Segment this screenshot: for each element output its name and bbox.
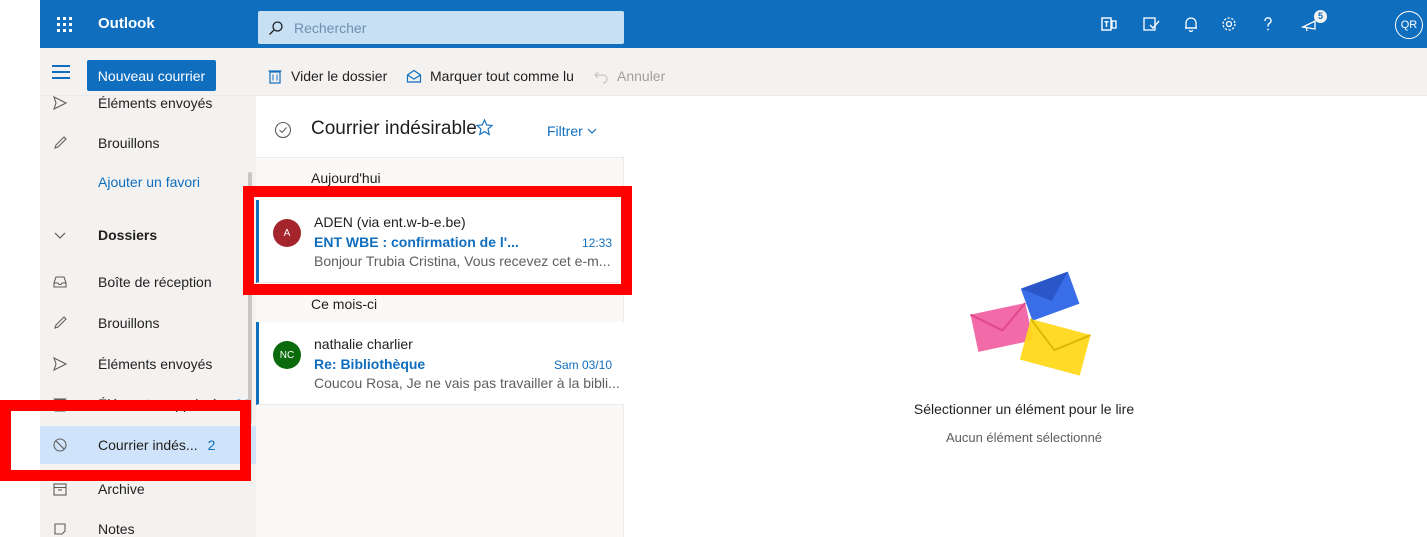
blocked-icon (40, 437, 80, 453)
checklist-icon (1143, 17, 1160, 31)
select-all-check-icon[interactable] (274, 121, 292, 139)
nav-item-inbox[interactable]: Boîte de réception (40, 263, 256, 301)
message-preview: Coucou Rosa, Je ne vais pas travailler à… (314, 375, 619, 391)
nav-item-label: Dossiers (98, 227, 158, 243)
nav-item-sent[interactable]: Éléments envoyés (40, 345, 256, 383)
undo-label: Annuler (617, 67, 666, 84)
star-favorite-icon[interactable] (475, 118, 494, 137)
pencil-icon (40, 135, 80, 151)
nav-item-archive[interactable]: Archive (40, 470, 256, 508)
folder-pane-scrollbar[interactable] (248, 172, 252, 424)
sender-avatar: A (273, 219, 301, 247)
top-bar: Outlook 5 QR (40, 0, 1427, 48)
message-sender: ADEN (via ent.w-b-e.be) (314, 214, 466, 230)
nav-item-label: Archive (98, 481, 145, 497)
app-launcher-button[interactable] (40, 0, 88, 48)
app-name[interactable]: Outlook (98, 0, 155, 48)
search-box[interactable] (258, 11, 624, 44)
filter-label: Filtrer (547, 123, 583, 139)
nav-item-sent-favorite[interactable]: Éléments envoyés (40, 96, 256, 122)
command-bar: Nouveau courrier Vider le dossier Marque… (40, 48, 1427, 96)
folders-section-header[interactable]: Dossiers (40, 216, 256, 254)
chevron-down-icon (40, 227, 80, 243)
nav-item-notes[interactable]: Notes (40, 510, 256, 537)
message-preview: Bonjour Trubia Cristina, Vous recevez ce… (314, 253, 611, 269)
folder-pane: Éléments envoyés Brouillons Ajouter un f… (40, 96, 256, 537)
message-subject: ENT WBE : confirmation de l'... (314, 234, 519, 250)
nav-item-label: Courrier indés... (98, 437, 198, 453)
message-time: 12:33 (581, 236, 612, 250)
teams-button[interactable] (1091, 0, 1127, 48)
message-list-header: Courrier indésirable Filtrer (256, 96, 624, 158)
notifications-button[interactable] (1173, 0, 1209, 48)
envelopes-illustration-icon (970, 271, 1091, 376)
message-list: Courrier indésirable Filtrer Aujourd'hui… (256, 96, 624, 537)
search-icon (269, 20, 283, 35)
empty-state-title: Sélectionner un élément pour le lire (913, 401, 1135, 417)
nav-item-drafts[interactable]: Brouillons (40, 304, 256, 342)
nav-item-label: Notes (98, 521, 135, 537)
message-item[interactable]: A ADEN (via ent.w-b-e.be) ENT WBE : conf… (256, 200, 624, 283)
nav-item-label: Éléments envoyés (98, 356, 213, 372)
nav-item-junk[interactable]: Courrier indés... 2 (40, 426, 256, 464)
help-button[interactable] (1250, 0, 1286, 48)
folder-title: Courrier indésirable (311, 118, 477, 139)
settings-button[interactable] (1211, 0, 1247, 48)
trash-icon (268, 69, 282, 84)
mark-all-read-button[interactable]: Marquer tout comme lu (406, 60, 574, 91)
send-icon (40, 96, 80, 111)
nav-item-label: Boîte de réception (98, 274, 212, 290)
unread-count: 2 (207, 437, 216, 453)
reading-pane: Sélectionner un élément pour le lire Auc… (624, 96, 1427, 537)
message-subject: Re: Bibliothèque (314, 356, 426, 372)
teams-icon (1101, 17, 1117, 31)
search-input[interactable] (294, 19, 594, 36)
group-header-this-month: Ce mois-ci (311, 296, 378, 312)
notification-count-badge: 5 (1314, 10, 1327, 23)
empty-state-subtitle: Aucun élément sélectionné (945, 430, 1103, 445)
send-icon (40, 356, 80, 372)
hamburger-menu-icon[interactable] (52, 62, 70, 82)
empty-folder-label: Vider le dossier (291, 67, 388, 84)
open-envelope-icon (406, 69, 422, 83)
waffle-icon (56, 16, 72, 32)
nav-item-label: Brouillons (98, 135, 160, 151)
nav-item-label: Éléments supprimés (98, 396, 225, 412)
whats-new-button[interactable]: 5 (1289, 0, 1331, 48)
undo-button[interactable]: Annuler (593, 60, 665, 91)
new-mail-button[interactable]: Nouveau courrier (87, 60, 216, 91)
nav-item-label: Éléments envoyés (98, 96, 213, 111)
account-avatar[interactable]: QR (1395, 11, 1423, 39)
sender-avatar: NC (273, 341, 301, 369)
nav-item-drafts-favorite[interactable]: Brouillons (40, 124, 256, 162)
note-icon (40, 521, 80, 537)
chevron-down-icon (587, 128, 597, 134)
bell-icon (1185, 17, 1197, 33)
message-sender: nathalie charlier (314, 336, 413, 352)
question-icon (1264, 17, 1272, 31)
nav-item-label: Ajouter un favori (98, 174, 200, 190)
message-item[interactable]: NC nathalie charlier Re: Bibliothèque Sa… (256, 322, 624, 405)
trash-icon (40, 396, 80, 412)
inbox-icon (40, 274, 80, 290)
mark-all-read-label: Marquer tout comme lu (430, 67, 574, 84)
empty-folder-button[interactable]: Vider le dossier (267, 60, 387, 91)
add-favorite-link[interactable]: Ajouter un favori (40, 163, 256, 201)
todo-button[interactable] (1133, 0, 1169, 48)
archive-icon (40, 481, 80, 497)
group-header-today: Aujourd'hui (311, 170, 381, 186)
message-time: Sam 03/10 (553, 358, 612, 372)
nav-item-label: Brouillons (98, 315, 160, 331)
gear-icon (1222, 17, 1236, 31)
outlook-window: Outlook 5 QR Nouveau courrier (0, 0, 1427, 537)
filter-button[interactable]: Filtrer (547, 123, 597, 139)
pencil-icon (40, 315, 80, 331)
nav-item-deleted[interactable]: Éléments supprimés 21 (40, 385, 256, 423)
undo-icon (594, 71, 608, 84)
